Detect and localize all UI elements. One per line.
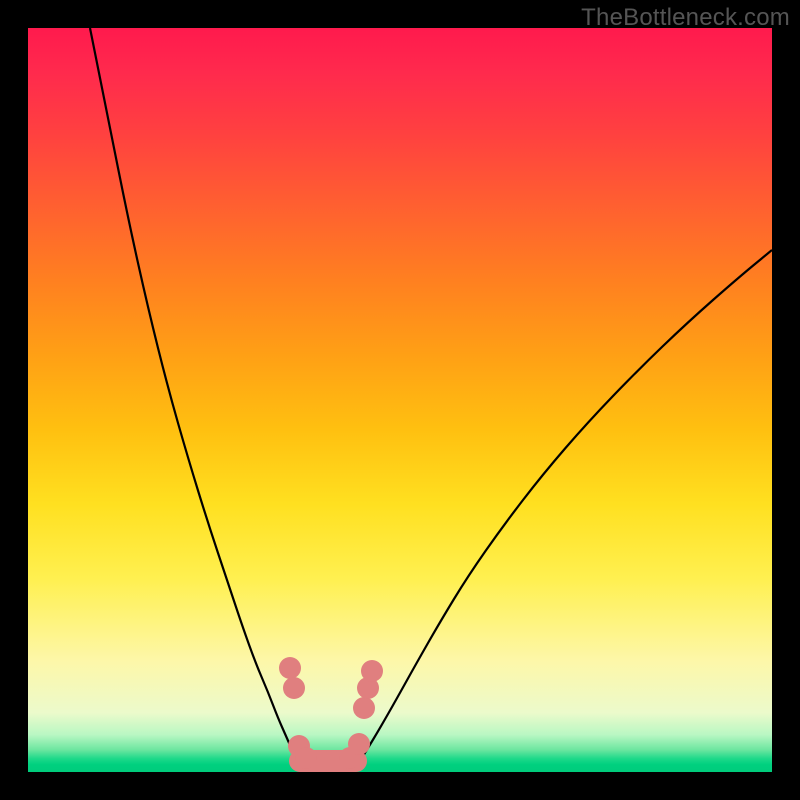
chart-svg [28, 28, 772, 772]
data-marker [295, 747, 317, 769]
left-curve-line [90, 28, 298, 764]
data-marker [348, 733, 370, 755]
app-frame: TheBottleneck.com [0, 0, 800, 800]
data-marker [279, 657, 301, 679]
data-marker [283, 677, 305, 699]
data-marker [353, 697, 375, 719]
right-curve-line [358, 250, 772, 764]
watermark-text: TheBottleneck.com [581, 4, 790, 32]
data-marker [361, 660, 383, 682]
plot-area [28, 28, 772, 772]
